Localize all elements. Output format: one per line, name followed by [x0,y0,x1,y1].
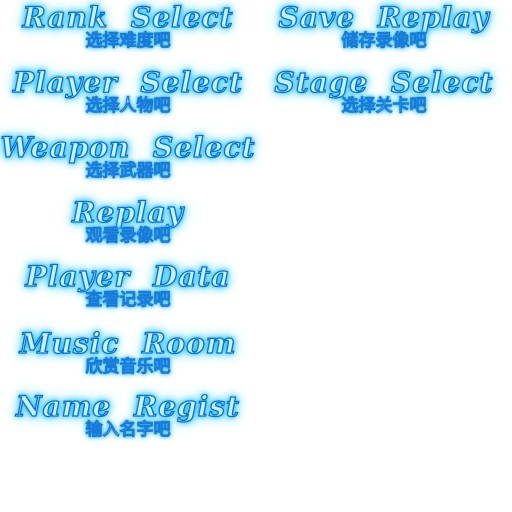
menu-item-title: Player Select [12,66,243,99]
menu-item-player-select[interactable]: Player Select 选择人物吧 [0,66,256,116]
menu-item-title: Replay [71,196,184,229]
menu-item-replay[interactable]: Replay 观看录像吧 [0,196,256,246]
menu-item-subtitle: 选择难度吧 [85,31,171,51]
menu-item-subtitle: 选择人物吧 [85,96,171,116]
menu-item-subtitle: 选择关卡吧 [341,96,427,116]
menu-item-player-data[interactable]: Player Data 查看记录吧 [0,260,256,310]
menu-item-subtitle: 选择武器吧 [85,161,171,181]
menu-item-title: Music Room [19,327,237,360]
menu-item-title: Weapon Select [0,131,256,164]
menu-item-subtitle: 欣赏音乐吧 [85,357,171,377]
menu-item-subtitle: 观看录像吧 [85,226,171,246]
menu-item-title: Stage Select [274,66,494,99]
menu-item-music-room[interactable]: Music Room 欣赏音乐吧 [0,327,256,377]
menu-item-subtitle: 储存录像吧 [341,31,427,51]
menu-item-title: Name Regist [15,390,240,423]
menu-item-title: Player Data [25,260,231,293]
menu-item-subtitle: 输入名字吧 [85,420,171,440]
menu-item-rank-select[interactable]: Rank Select 选择难度吧 [0,1,256,51]
menu-item-subtitle: 查看记录吧 [85,290,171,310]
menu-item-save-replay[interactable]: Save Replay 储存录像吧 [256,1,512,51]
menu-item-title: Save Replay [278,1,490,34]
menu-item-stage-select[interactable]: Stage Select 选择关卡吧 [256,66,512,116]
menu-item-name-regist[interactable]: Name Regist 输入名字吧 [0,390,256,440]
menu-item-title: Rank Select [22,1,234,34]
menu-item-weapon-select[interactable]: Weapon Select 选择武器吧 [0,131,256,181]
